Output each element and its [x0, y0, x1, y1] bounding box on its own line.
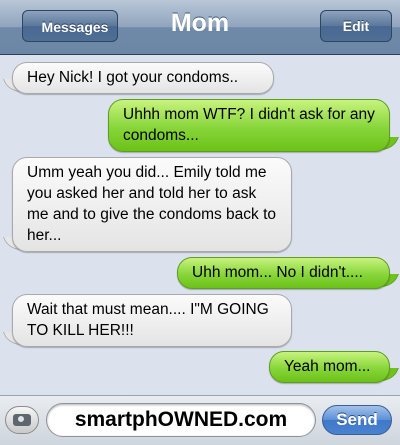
send-button[interactable]: Send — [322, 405, 392, 435]
edit-button[interactable]: Edit — [320, 10, 392, 42]
message-received: Hey Nick! I got your condoms.. — [12, 62, 274, 94]
compose-bar: smartphOWNED.com Send — [0, 395, 400, 445]
message-sent: Uhh mom... No I didn't.... — [177, 257, 390, 289]
message-sent: Yeah mom... — [269, 351, 390, 383]
message-received: Wait that must mean.... I"M GOING TO KIL… — [12, 294, 292, 347]
message-input[interactable]: smartphOWNED.com — [46, 403, 316, 437]
camera-lens-icon — [17, 415, 25, 423]
message-thread[interactable]: Hey Nick! I got your condoms.. Uhhh mom … — [0, 55, 400, 395]
camera-button[interactable] — [5, 406, 39, 434]
message-sent: Uhhh mom WTF? I didn't ask for any condo… — [108, 99, 390, 152]
navigation-bar: Messages Mom Edit — [0, 0, 400, 55]
message-received: Umm yeah you did... Emily told me you as… — [12, 157, 292, 252]
